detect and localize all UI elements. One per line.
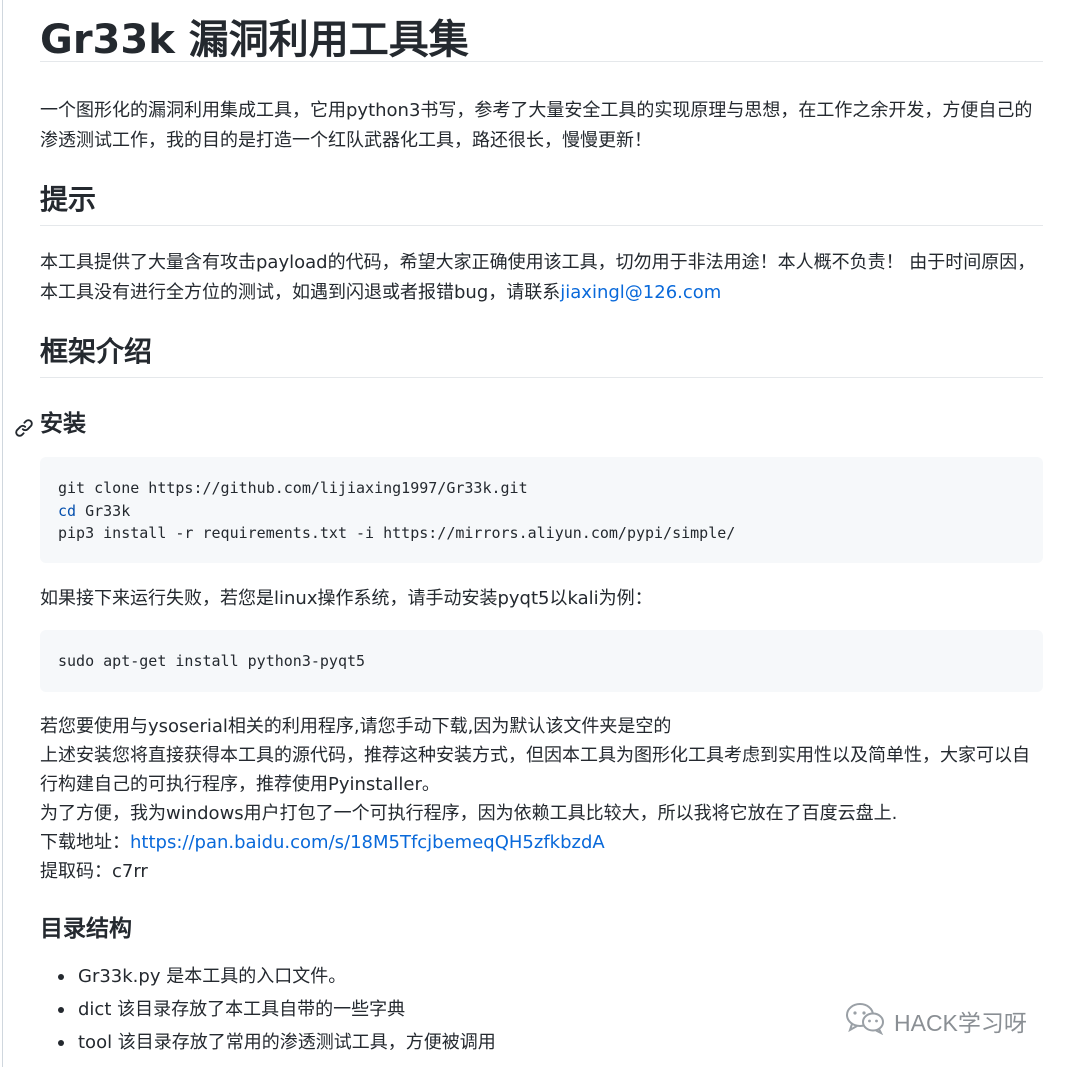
- ysoserial-note: 若您要使用与ysoserial相关的利用程序,请您手动下载,因为默认该文件夹是空…: [40, 716, 672, 737]
- install-heading-text: 安装: [40, 411, 86, 437]
- windows-package-note: 为了方便，我为windows用户打包了一个可执行程序，因为依赖工具比较大，所以我…: [40, 803, 898, 824]
- directory-list: Gr33k.py 是本工具的入口文件。 dict 该目录存放了本工具自带的一些字…: [40, 960, 800, 1059]
- framework-heading: 框架介绍: [40, 332, 1043, 378]
- download-label: 下载地址：: [40, 832, 130, 853]
- tips-paragraph: 本工具提供了大量含有攻击payload的代码，希望大家正确使用该工具，切勿用于非…: [40, 248, 1043, 308]
- watermark-text: HACK学习呀: [894, 1010, 1027, 1036]
- wechat-icon: [844, 1001, 886, 1041]
- left-border: [2, 0, 3, 1067]
- install-code-block[interactable]: git clone https://github.com/lijiaxing19…: [40, 457, 1043, 563]
- code-line-git-clone: git clone https://github.com/lijiaxing19…: [58, 479, 528, 497]
- readme-content: Gr33k 漏洞利用工具集 一个图形化的漏洞利用集成工具，它用python3书写…: [15, 0, 1043, 1053]
- code-line-apt-get: sudo apt-get install python3-pyqt5: [58, 652, 366, 670]
- extraction-code: 提取码：c7rr: [40, 861, 148, 882]
- readme-page: Gr33k 漏洞利用工具集 一个图形化的漏洞利用集成工具，它用python3书写…: [0, 0, 1080, 1067]
- list-item: dict 该目录存放了本工具自带的一些字典: [40, 993, 800, 1026]
- install-notes: 若您要使用与ysoserial相关的利用程序,请您手动下载,因为默认该文件夹是空…: [40, 712, 1043, 886]
- tips-text: 本工具提供了大量含有攻击payload的代码，希望大家正确使用该工具，切勿用于非…: [40, 252, 1036, 303]
- intro-paragraph: 一个图形化的漏洞利用集成工具，它用python3书写，参考了大量安全工具的实现原…: [40, 100, 1033, 151]
- contact-email-link[interactable]: jiaxingl@126.com: [560, 282, 721, 303]
- link-icon[interactable]: [14, 415, 34, 437]
- source-install-note: 上述安装您将直接获得本工具的源代码，推荐这种安装方式，但因本工具为图形化工具考虑…: [40, 745, 1030, 795]
- download-link[interactable]: https://pan.baidu.com/s/18M5TfcjbemeqQH5…: [130, 832, 605, 853]
- install-heading: 安装: [15, 408, 86, 440]
- code-line-cd: Gr33k: [76, 501, 131, 520]
- watermark: HACK学习呀: [844, 1002, 1027, 1040]
- list-item: Gr33k.py 是本工具的入口文件。: [40, 960, 800, 993]
- directory-heading: 目录结构: [40, 916, 132, 942]
- list-item: tool 该目录存放了常用的渗透测试工具，方便被调用: [40, 1026, 800, 1059]
- page-title: Gr33k 漏洞利用工具集: [40, 0, 1043, 63]
- pyqt5-code-block[interactable]: sudo apt-get install python3-pyqt5: [40, 630, 1043, 692]
- download-line: 下载地址：https://pan.baidu.com/s/18M5Tfcjbem…: [40, 828, 1043, 857]
- install-fail-paragraph: 如果接下来运行失败，若您是linux操作系统，请手动安装pyqt5以kali为例…: [40, 588, 653, 609]
- code-keyword-cd: cd: [58, 501, 77, 520]
- tips-heading: 提示: [40, 180, 1043, 226]
- code-line-pip-install: pip3 install -r requirements.txt -i http…: [58, 524, 736, 542]
